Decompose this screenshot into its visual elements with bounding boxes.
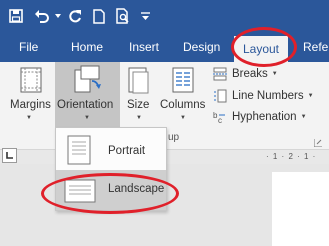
size-button[interactable]: Size ▼ [124,62,154,128]
customize-icon[interactable] [138,5,152,27]
size-icon [128,67,150,100]
margins-label: Margins [10,99,51,111]
svg-text:c: c [218,116,222,124]
tab-file[interactable]: File [19,33,38,62]
hyphenation-icon: bc [212,110,228,124]
page-setup-group-label: up [168,132,180,143]
orientation-caret-icon: ▼ [84,115,90,121]
orientation-portrait-item[interactable]: Portrait [56,130,166,170]
ruler-numbers: · 1 · 2 · 1 · [266,152,317,161]
undo-dropdown-icon[interactable] [54,5,62,27]
hyphenation-label: Hyphenation [232,111,297,123]
line-numbers-label: Line Numbers [232,90,304,102]
print-preview-icon[interactable] [113,5,133,27]
orientation-button[interactable]: Orientation ▼ [55,62,120,128]
undo-icon[interactable] [32,5,52,27]
save-icon[interactable] [6,5,26,27]
tab-home[interactable]: Home [71,33,103,62]
size-caret-icon: ▼ [136,115,142,121]
orientation-label: Orientation [57,99,114,111]
columns-caret-icon: ▼ [180,115,186,121]
breaks-caret-icon: ▼ [271,71,278,77]
columns-button[interactable]: Columns ▼ [158,62,208,128]
tab-stop-icon [6,152,13,159]
line-numbers-button[interactable]: Line Numbers ▼ [212,87,314,105]
columns-icon [172,67,194,98]
margins-caret-icon: ▼ [26,115,32,121]
tab-insert[interactable]: Insert [129,33,159,62]
new-document-icon[interactable] [89,5,109,27]
tab-design[interactable]: Design [183,33,220,62]
margins-button[interactable]: Margins ▼ [6,62,54,128]
breaks-button[interactable]: Breaks ▼ [212,65,278,83]
breaks-label: Breaks [232,68,268,80]
orientation-icon [72,64,102,99]
quick-access-toolbar [0,0,329,33]
hyphenation-button[interactable]: bc Hyphenation ▼ [212,108,307,126]
tab-references[interactable]: Refe [303,33,328,62]
columns-label: Columns [160,99,206,111]
hyphenation-caret-icon: ▼ [300,114,307,120]
landscape-highlight [41,173,179,214]
portrait-icon [67,135,91,170]
breaks-icon [212,67,228,81]
portrait-label: Portrait [108,145,146,157]
layout-tab-highlight [231,27,297,67]
margins-icon [20,67,42,98]
tab-selector[interactable] [2,148,17,163]
line-numbers-caret-icon: ▼ [307,93,314,99]
line-numbers-icon [212,89,228,103]
size-label: Size [127,99,150,111]
redo-icon[interactable] [65,5,85,27]
document-page[interactable] [272,172,329,246]
